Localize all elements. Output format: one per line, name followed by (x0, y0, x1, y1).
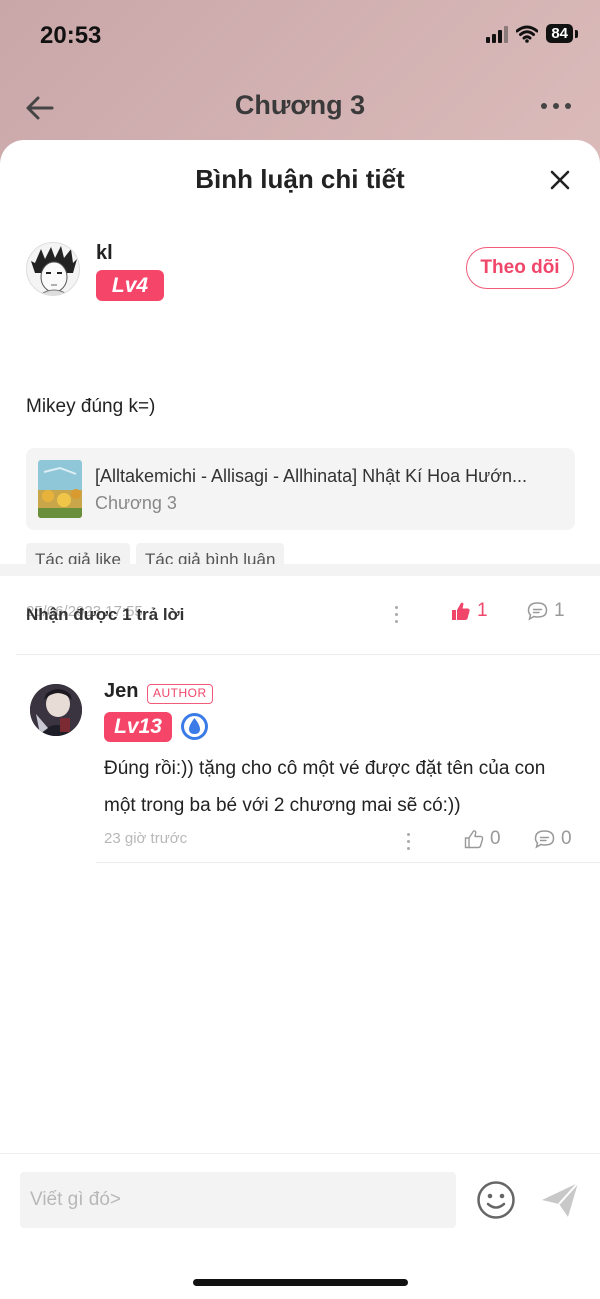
reply-time: 23 giờ trước (104, 830, 188, 847)
status-bar: 20:53 84 (0, 0, 600, 70)
book-chapter: Chương 3 (95, 493, 177, 513)
more-options-icon[interactable] (538, 94, 574, 118)
reply-button[interactable]: 1 (527, 600, 565, 622)
reply-count: 1 (554, 600, 565, 621)
reply-level-badge: Lv13 (104, 712, 172, 742)
comment-text: Mikey đúng k=) (26, 396, 156, 417)
emoji-icon[interactable] (476, 1180, 516, 1220)
user-name[interactable]: kl (96, 242, 113, 265)
section-divider (0, 564, 600, 576)
author-tag: AUTHOR (147, 684, 213, 704)
book-title: [Alltakemichi - Allisagi - Allhinata] Nh… (95, 466, 528, 486)
close-icon[interactable] (548, 168, 572, 192)
divider-line (96, 862, 600, 863)
comment-composer (0, 1153, 600, 1299)
top-nav: Chương 3 (0, 80, 600, 132)
sheet-title: Bình luận chi tiết (195, 164, 405, 194)
comment-input[interactable] (20, 1172, 456, 1228)
thumbs-up-outline-icon (464, 830, 484, 849)
reply-like-button[interactable]: 0 (464, 828, 501, 850)
like-button[interactable]: 1 (451, 600, 488, 622)
status-time: 20:53 (40, 22, 102, 49)
divider-line (16, 654, 600, 655)
avatar-image (27, 243, 79, 295)
cellular-signal-icon (486, 25, 509, 43)
reply-avatar[interactable] (30, 684, 82, 736)
reply-more-icon[interactable] (407, 833, 411, 854)
wifi-icon (516, 25, 539, 43)
thumbs-up-filled-icon (452, 602, 470, 620)
reply-like-count: 0 (490, 828, 501, 849)
status-icons: 84 (486, 24, 578, 43)
water-drop-badge-icon (181, 713, 208, 740)
home-indicator (193, 1279, 408, 1286)
avatar[interactable] (26, 242, 80, 296)
level-badge: Lv4 (96, 270, 164, 301)
speech-bubble-icon (534, 830, 555, 849)
battery-indicator: 84 (546, 24, 573, 43)
battery-tip (575, 29, 578, 38)
comment-detail-sheet: Bình luận chi tiết kl Lv4 Theo dõi Mikey… (0, 140, 600, 1299)
book-card[interactable]: [Alltakemichi - Allisagi - Allhinata] Nh… (26, 448, 575, 530)
like-count: 1 (477, 600, 488, 621)
nav-title: Chương 3 (234, 90, 366, 120)
reply-text: Đúng rồi:)) tặng cho cô một vé được đặt … (104, 758, 546, 816)
reply-reply-button[interactable]: 0 (534, 828, 572, 850)
reply-user-name[interactable]: Jen (104, 680, 138, 703)
book-cover-image (38, 460, 82, 518)
reply-reply-count: 0 (561, 828, 572, 849)
sheet-header: Bình luận chi tiết (0, 140, 600, 220)
follow-button[interactable]: Theo dõi (466, 247, 574, 289)
comment-more-icon[interactable] (395, 606, 399, 627)
speech-bubble-icon (527, 602, 548, 621)
replies-header: Nhận được 1 trả lời (26, 605, 185, 624)
send-icon[interactable] (540, 1180, 580, 1220)
reply-avatar-image (30, 684, 82, 736)
